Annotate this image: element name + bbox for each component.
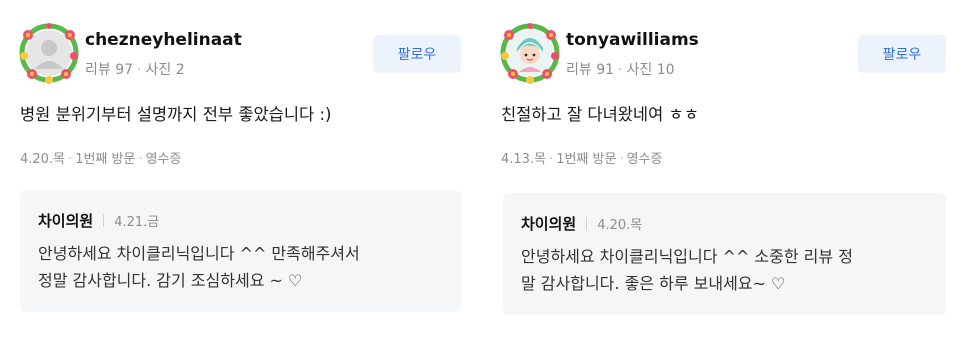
visit-date: 4.20.목	[20, 152, 66, 167]
reply-line: 정말 감사합니다. 감기 조심하세요 ~ ♡	[38, 271, 303, 290]
owner-reply: 차이의원 4.21.금 안녕하세요 차이클리닉입니다 ^^ 만족해주셔서 정말 …	[20, 190, 461, 312]
visit-count: 1번째 방문	[556, 152, 617, 167]
visit-info: 4.20.목 · 1번째 방문 · 영수증	[20, 148, 181, 167]
reply-line: 안녕하세요 차이클리닉입니다 ^^ 만족해주셔서	[38, 244, 360, 263]
reviewer-stats: 리뷰 97 · 사진 2	[85, 59, 185, 79]
reply-line: 안녕하세요 차이클리닉입니다 ^^ 소중한 리뷰 정	[521, 247, 853, 266]
reply-text: 안녕하세요 차이클리닉입니다 ^^ 만족해주셔서 정말 감사합니다. 감기 조심…	[38, 240, 448, 294]
reviewer-stats: 리뷰 91 · 사진 10	[566, 59, 675, 79]
review-count: 리뷰 91	[566, 62, 615, 78]
separator: ·	[619, 152, 624, 167]
flower-wreath-icon	[19, 23, 79, 84]
follow-button[interactable]: 팔로우	[373, 35, 461, 73]
reply-header: 차이의원 4.21.금	[38, 210, 159, 231]
separator: ·	[618, 62, 623, 78]
reply-line: 말 감사합니다. 좋은 하루 보내세요~ ♡	[521, 274, 786, 293]
username[interactable]: chezneyhelinaat	[85, 30, 242, 50]
review-text: 병원 분위기부터 설명까지 전부 좋았습니다 :)	[20, 105, 332, 124]
divider	[103, 214, 105, 227]
separator: ·	[549, 152, 554, 167]
photo-count: 사진 10	[626, 62, 675, 78]
photo-count: 사진 2	[145, 62, 185, 78]
reply-date: 4.21.금	[114, 215, 160, 230]
visit-date: 4.13.목	[501, 152, 547, 167]
reply-author: 차이의원	[521, 215, 577, 233]
visit-count: 1번째 방문	[75, 152, 136, 167]
reply-date: 4.20.목	[597, 218, 643, 233]
separator: ·	[137, 62, 142, 78]
receipt-badge: 영수증	[626, 152, 663, 167]
review-text: 친절하고 잘 다녀왔네여 ㅎㅎ	[501, 105, 699, 124]
avatar[interactable]	[18, 22, 80, 84]
divider	[586, 217, 588, 230]
review-count: 리뷰 97	[85, 62, 134, 78]
avatar[interactable]	[499, 22, 561, 84]
owner-reply: 차이의원 4.20.목 안녕하세요 차이클리닉입니다 ^^ 소중한 리뷰 정 말…	[503, 193, 946, 315]
reply-header: 차이의원 4.20.목	[521, 213, 642, 234]
reply-text: 안녕하세요 차이클리닉입니다 ^^ 소중한 리뷰 정 말 감사합니다. 좋은 하…	[521, 243, 931, 297]
flower-wreath-icon	[500, 23, 560, 84]
receipt-badge: 영수증	[145, 152, 182, 167]
reply-author: 차이의원	[38, 212, 94, 230]
separator: ·	[68, 152, 73, 167]
username[interactable]: tonyawilliams	[566, 30, 699, 50]
separator: ·	[138, 152, 143, 167]
visit-info: 4.13.목 · 1번째 방문 · 영수증	[501, 148, 662, 167]
follow-button[interactable]: 팔로우	[858, 35, 946, 73]
